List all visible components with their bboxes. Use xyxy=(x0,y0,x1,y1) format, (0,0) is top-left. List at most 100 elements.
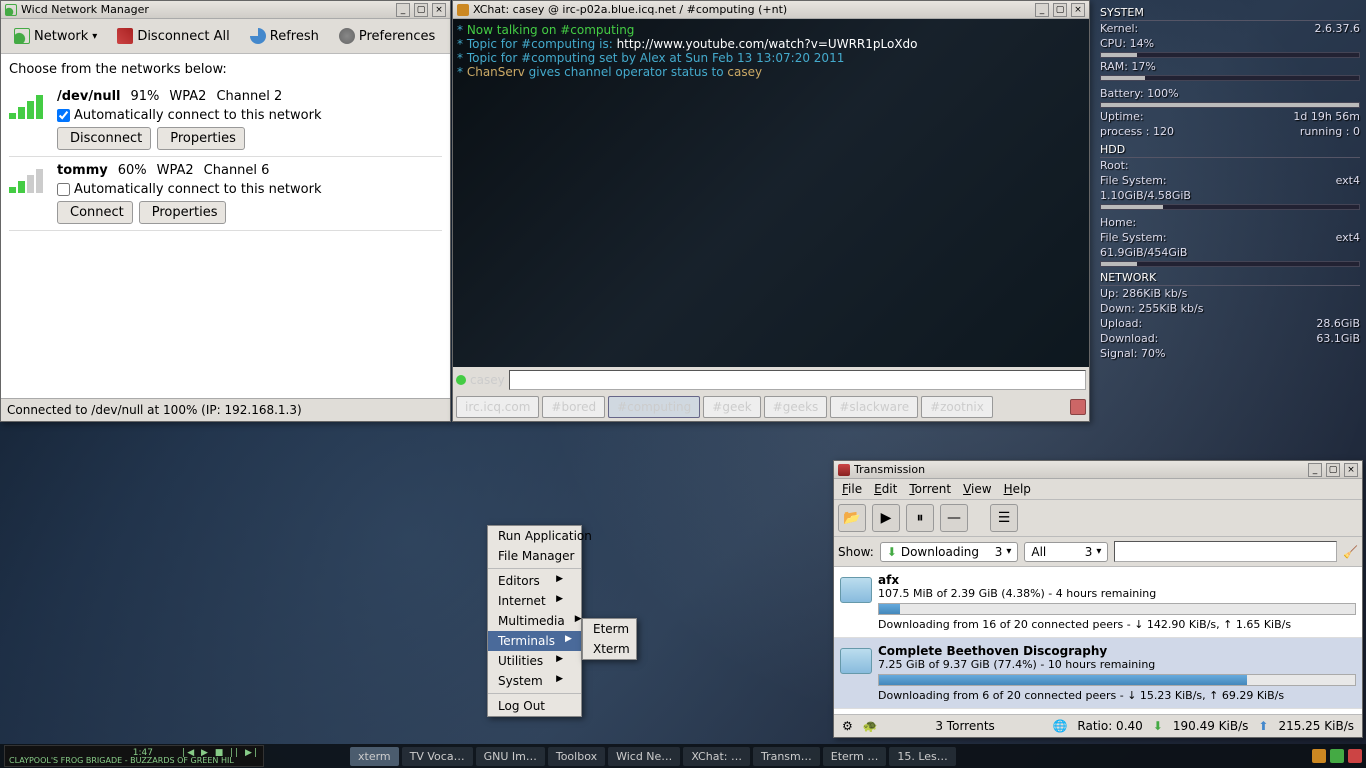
progress-bar xyxy=(878,674,1356,686)
wifi-icon xyxy=(14,28,30,44)
minimize-button[interactable]: _ xyxy=(1308,463,1322,477)
properties-button[interactable]: ☰ xyxy=(990,504,1018,532)
menu-edit[interactable]: Edit xyxy=(874,482,897,496)
taskbar-task[interactable]: TV Voca… xyxy=(402,747,473,766)
menu-item-eterm[interactable]: Eterm xyxy=(583,619,636,639)
preferences-button[interactable]: Preferences xyxy=(330,23,444,49)
torrent-row[interactable]: afx107.5 MiB of 2.39 GiB (4.38%) - 4 hou… xyxy=(834,567,1362,638)
network-item[interactable]: tommy60%WPA2Channel 6 Automatically conn… xyxy=(9,157,442,231)
menu-file[interactable]: File xyxy=(842,482,862,496)
system-tray xyxy=(1312,749,1362,763)
filter-tracker-dropdown[interactable]: All 3▾ xyxy=(1024,542,1108,562)
taskbar-task[interactable]: Toolbox xyxy=(548,747,605,766)
wicd-statusbar: Connected to /dev/null at 100% (IP: 192.… xyxy=(1,398,450,421)
channel-tab[interactable]: #zootnix xyxy=(921,396,993,418)
disconnect-button[interactable]: Disconnect xyxy=(57,127,151,150)
menu-item-xterm[interactable]: Xterm xyxy=(583,639,636,659)
wicd-window: Wicd Network Manager _ ▢ × Network▾ Disc… xyxy=(0,0,451,422)
channel-tab[interactable]: #computing xyxy=(608,396,700,418)
taskbar-task[interactable]: Eterm … xyxy=(823,747,887,766)
close-button[interactable]: × xyxy=(1071,3,1085,17)
transmission-titlebar[interactable]: Transmission _ ▢ × xyxy=(834,461,1362,479)
menu-item-editors[interactable]: Editors▶ xyxy=(488,571,581,591)
channel-tab[interactable]: irc.icq.com xyxy=(456,396,539,418)
channel-tab[interactable]: #geek xyxy=(703,396,760,418)
torrent-row[interactable]: Complete Beethoven Discography7.25 GiB o… xyxy=(834,638,1362,709)
signal-icon xyxy=(9,169,49,193)
clear-icon[interactable]: 🧹 xyxy=(1343,545,1358,559)
minimize-button[interactable]: _ xyxy=(1035,3,1049,17)
wifi-icon xyxy=(5,4,17,16)
xchat-tabs: irc.icq.com#bored#computing#geek#geeks#s… xyxy=(453,393,1089,421)
transmission-toolbar: 📂 ▶ ⏸ — ☰ xyxy=(834,500,1362,537)
maximize-button[interactable]: ▢ xyxy=(414,3,428,17)
transmission-statusbar: ⚙ 🐢 3 Torrents 🌐 Ratio: 0.40 ⬇190.49 KiB… xyxy=(834,714,1362,737)
tray-xchat-icon[interactable] xyxy=(1312,749,1326,763)
wicd-titlebar[interactable]: Wicd Network Manager _ ▢ × xyxy=(1,1,450,19)
menu-item-log-out[interactable]: Log Out xyxy=(488,696,581,716)
transmission-filter: Show: ⬇Downloading 3▾ All 3▾ 🧹 xyxy=(834,537,1362,567)
taskbar-task[interactable]: 15. Les… xyxy=(889,747,955,766)
turtle-icon[interactable]: 🐢 xyxy=(863,719,878,733)
menu-item-utilities[interactable]: Utilities▶ xyxy=(488,651,581,671)
audio-player[interactable]: 1:47 |◀ ▶ ■ || ▶| CLAYPOOL'S FROG BRIGAD… xyxy=(4,745,264,767)
taskbar-task[interactable]: XChat: … xyxy=(683,747,750,766)
conky-system-h: SYSTEM xyxy=(1100,6,1360,21)
connect-button[interactable]: Connect xyxy=(57,201,133,224)
channel-tab[interactable]: #bored xyxy=(542,396,605,418)
menu-item-run-application[interactable]: Run Application xyxy=(488,526,581,546)
menu-item-multimedia[interactable]: Multimedia▶ xyxy=(488,611,581,631)
conky-system-monitor: SYSTEM Kernel:2.6.37.6 CPU: 14% RAM: 17%… xyxy=(1100,2,1360,361)
start-button[interactable]: ▶ xyxy=(872,504,900,532)
settings-icon[interactable]: ⚙ xyxy=(842,719,853,733)
menu-item-system[interactable]: System▶ xyxy=(488,671,581,691)
conky-net-h: NETWORK xyxy=(1100,271,1360,286)
tray-wicd-icon[interactable] xyxy=(1330,749,1344,763)
channel-tab[interactable]: #slackware xyxy=(830,396,918,418)
folder-icon xyxy=(840,577,872,603)
close-button[interactable]: × xyxy=(432,3,446,17)
network-button[interactable]: Network▾ xyxy=(5,23,106,49)
maximize-button[interactable]: ▢ xyxy=(1326,463,1340,477)
menu-help[interactable]: Help xyxy=(1004,482,1031,496)
taskbar-task[interactable]: Wicd Ne… xyxy=(608,747,680,766)
pause-button[interactable]: ⏸ xyxy=(906,504,934,532)
message-input[interactable] xyxy=(509,370,1086,390)
auto-connect-checkbox[interactable]: Automatically connect to this network xyxy=(57,108,442,123)
menu-item-file-manager[interactable]: File Manager xyxy=(488,546,581,566)
open-button[interactable]: 📂 xyxy=(838,504,866,532)
auto-connect-checkbox[interactable]: Automatically connect to this network xyxy=(57,182,442,197)
maximize-button[interactable]: ▢ xyxy=(1053,3,1067,17)
taskbar-task[interactable]: GNU Im… xyxy=(476,747,545,766)
nick-label[interactable]: casey xyxy=(470,373,505,387)
transmission-window: Transmission _ ▢ × File Edit Torrent Vie… xyxy=(833,460,1363,738)
refresh-button[interactable]: Refresh xyxy=(241,23,328,49)
properties-button[interactable]: Properties xyxy=(157,127,245,150)
taskbar-task[interactable]: Transm… xyxy=(753,747,820,766)
stats-icon[interactable]: 🌐 xyxy=(1052,719,1067,733)
xchat-titlebar[interactable]: XChat: casey @ irc-p02a.blue.icq.net / #… xyxy=(453,1,1089,19)
remove-button[interactable]: — xyxy=(940,504,968,532)
taskbar-task[interactable]: xterm xyxy=(350,747,399,766)
transmission-icon xyxy=(838,464,850,476)
filter-search-input[interactable] xyxy=(1114,541,1337,562)
xchat-log[interactable]: * Now talking on #computing * Topic for … xyxy=(453,19,1089,367)
menu-item-internet[interactable]: Internet▶ xyxy=(488,591,581,611)
refresh-icon xyxy=(250,28,266,44)
disconnect-all-button[interactable]: Disconnect All xyxy=(108,23,238,49)
menu-torrent[interactable]: Torrent xyxy=(909,482,951,496)
xchat-window: XChat: casey @ irc-p02a.blue.icq.net / #… xyxy=(452,0,1090,422)
channel-tab[interactable]: #geeks xyxy=(764,396,828,418)
filter-mode-dropdown[interactable]: ⬇Downloading 3▾ xyxy=(880,542,1019,562)
close-button[interactable]: × xyxy=(1344,463,1358,477)
network-item[interactable]: /dev/null91%WPA2Channel 2 Automatically … xyxy=(9,83,442,157)
menu-item-terminals[interactable]: Terminals▶ xyxy=(488,631,581,651)
menu-view[interactable]: View xyxy=(963,482,991,496)
close-tab-button[interactable] xyxy=(1070,399,1086,415)
torrent-list[interactable]: afx107.5 MiB of 2.39 GiB (4.38%) - 4 hou… xyxy=(834,567,1362,714)
wicd-network-list: Choose from the networks below: /dev/nul… xyxy=(1,54,450,398)
minimize-button[interactable]: _ xyxy=(396,3,410,17)
tray-transmission-icon[interactable] xyxy=(1348,749,1362,763)
signal-icon xyxy=(9,95,49,119)
properties-button[interactable]: Properties xyxy=(139,201,227,224)
